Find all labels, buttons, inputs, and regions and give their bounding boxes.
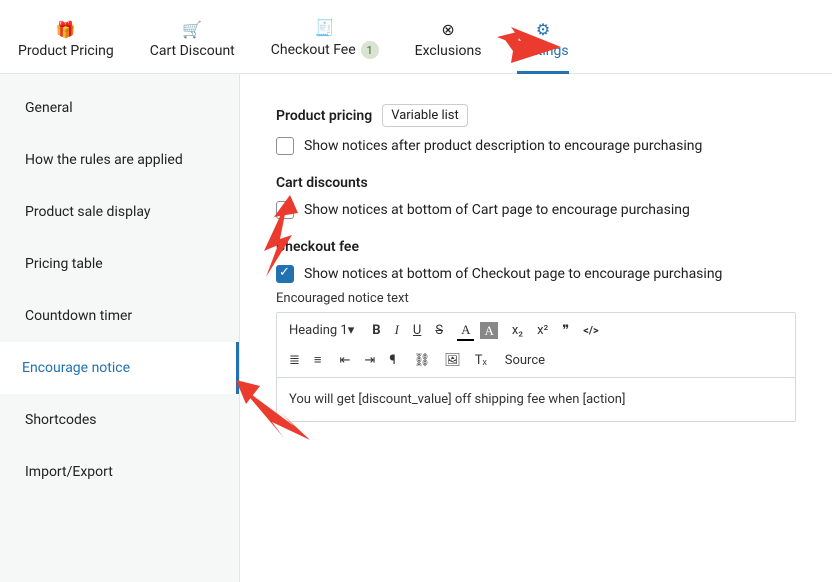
checkbox-label: Show notices at bottom of Cart page to e… [304, 202, 690, 218]
italic-button[interactable]: I [391, 319, 403, 341]
sidebar-item-label: Product sale display [25, 204, 151, 220]
text-color-button[interactable]: A [457, 320, 474, 341]
sidebar-item-general[interactable]: General [0, 82, 239, 134]
sidebar-item-label: Pricing table [25, 256, 103, 272]
outdent-button[interactable]: ⇤ [336, 350, 355, 371]
checkbox-product-notice[interactable] [276, 137, 294, 155]
gear-icon: ⚙ [536, 20, 550, 39]
section-title: Checkout fee [276, 239, 359, 255]
cart-icon: 🛒 [182, 20, 202, 39]
sidebar-item-shortcodes[interactable]: Shortcodes [0, 394, 239, 446]
checkbox-label: Show notices at bottom of Checkout page … [304, 266, 722, 282]
settings-sidebar: General How the rules are applied Produc… [0, 74, 240, 582]
subscript-button[interactable]: x₂ [508, 320, 527, 341]
exclusions-icon: ⊗ [441, 20, 454, 39]
sidebar-item-rules[interactable]: How the rules are applied [0, 134, 239, 186]
sidebar-item-label: How the rules are applied [25, 152, 183, 168]
sidebar-item-sale-display[interactable]: Product sale display [0, 186, 239, 238]
paragraph-button[interactable]: ¶ [385, 350, 399, 371]
variable-list-chip[interactable]: Variable list [382, 104, 468, 127]
top-tabbar: 🎁 Product Pricing 🛒 Cart Discount 🧾 Chec… [0, 0, 832, 74]
badge-count: 1 [361, 41, 379, 59]
rich-text-editor: Heading 1 ▾ B I U S A A x₂ x² [276, 312, 796, 422]
sidebar-item-label: Import/Export [25, 464, 113, 480]
settings-main: Product pricing Variable list Show notic… [240, 74, 832, 582]
unordered-list-button[interactable]: ≡ [310, 349, 326, 371]
section-checkout-fee: Checkout fee Show notices at bottom of C… [276, 239, 796, 422]
heading-label: Heading 1 [289, 323, 348, 338]
sidebar-item-encourage[interactable]: Encourage notice [0, 342, 239, 394]
checkbox-label: Show notices after product description t… [304, 138, 702, 154]
gift-icon: 🎁 [56, 20, 76, 39]
code-button[interactable]: </> [579, 321, 602, 340]
image-button[interactable]: 🖼 [440, 350, 465, 371]
underline-button[interactable]: U [409, 320, 425, 341]
tab-label: Exclusions [415, 43, 482, 59]
link-button[interactable]: ⛓ [410, 350, 435, 371]
tab-label: Checkout Fee [271, 42, 356, 58]
tab-exclusions[interactable]: ⊗ Exclusions [397, 12, 500, 73]
sidebar-item-label: General [25, 100, 73, 116]
bold-button[interactable]: B [368, 320, 384, 341]
sidebar-item-pricing-table[interactable]: Pricing table [0, 238, 239, 290]
sidebar-item-label: Shortcodes [25, 412, 97, 428]
tab-label: Cart Discount [150, 43, 235, 59]
tab-label: Product Pricing [18, 43, 114, 59]
superscript-button[interactable]: x² [533, 320, 552, 341]
tab-settings[interactable]: ⚙ Settings [499, 12, 586, 73]
editor-label: Encouraged notice text [276, 291, 796, 306]
section-title: Product pricing [276, 108, 372, 124]
editor-toolbar: Heading 1 ▾ B I U S A A x₂ x² [277, 313, 795, 378]
tab-product-pricing[interactable]: 🎁 Product Pricing [0, 12, 132, 73]
indent-button[interactable]: ⇥ [360, 350, 379, 371]
heading-select[interactable]: Heading 1 ▾ [285, 320, 358, 341]
sidebar-item-import-export[interactable]: Import/Export [0, 446, 239, 498]
tab-checkout-fee[interactable]: 🧾 Checkout Fee 1 [253, 10, 397, 73]
receipt-icon: 🧾 [315, 18, 335, 37]
checkbox-checkout-notice[interactable] [276, 265, 294, 283]
bg-color-button[interactable]: A [480, 322, 497, 339]
tab-label: Settings [517, 43, 568, 59]
ordered-list-button[interactable]: ≣ [285, 350, 304, 371]
editor-body[interactable]: You will get [discount_value] off shippi… [277, 378, 795, 421]
strike-button[interactable]: S [431, 320, 447, 341]
quote-button[interactable]: ❞ [558, 320, 573, 341]
section-cart-discounts: Cart discounts Show notices at bottom of… [276, 175, 796, 219]
sidebar-item-countdown[interactable]: Countdown timer [0, 290, 239, 342]
sidebar-item-label: Countdown timer [25, 308, 132, 324]
section-title: Cart discounts [276, 175, 368, 191]
checkbox-cart-notice[interactable] [276, 201, 294, 219]
source-button[interactable]: Source [501, 350, 549, 371]
sidebar-item-label: Encourage notice [22, 360, 130, 376]
clear-format-button[interactable]: Tₓ [471, 349, 491, 371]
section-product-pricing: Product pricing Variable list Show notic… [276, 104, 796, 155]
tab-cart-discount[interactable]: 🛒 Cart Discount [132, 12, 253, 73]
